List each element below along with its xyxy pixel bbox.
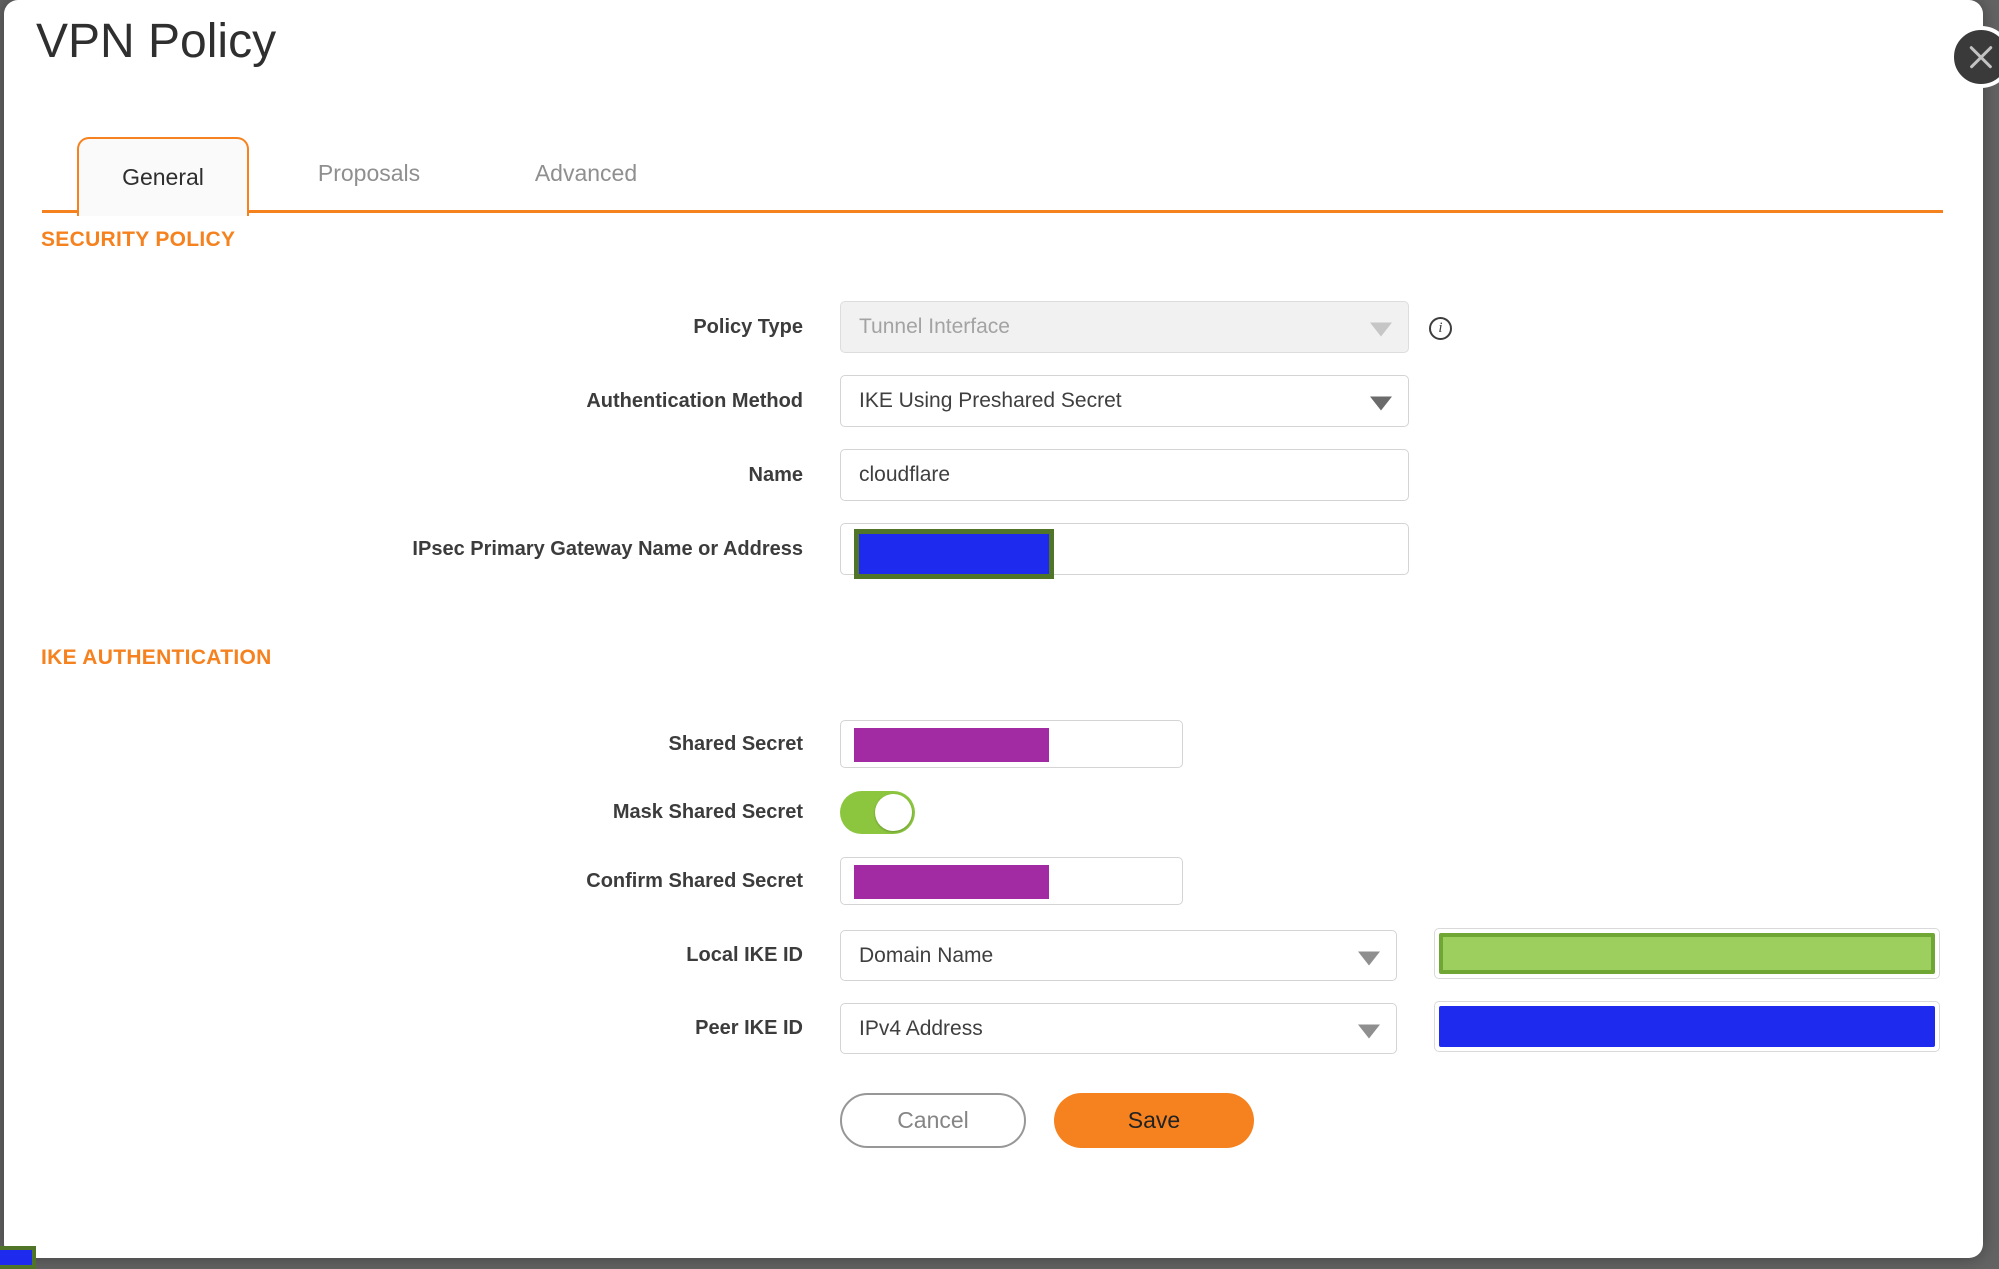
chevron-down-icon (1358, 1024, 1380, 1039)
corner-redacted-chip (0, 1246, 36, 1269)
local-ike-id-select[interactable]: Domain Name (840, 930, 1397, 981)
local-ike-id-redacted-value (1439, 933, 1935, 974)
tab-underline (42, 210, 1943, 213)
chevron-down-icon (1370, 396, 1392, 411)
vpn-policy-dialog: VPN Policy General Proposals Advanced SE… (4, 0, 1983, 1258)
local-ike-id-value: Domain Name (859, 943, 994, 967)
security-policy-heading: SECURITY POLICY (41, 228, 236, 251)
save-button-label: Save (1127, 1107, 1181, 1133)
policy-type-value: Tunnel Interface (859, 315, 1010, 338)
confirm-shared-secret-input[interactable] (840, 857, 1183, 905)
name-label: Name (748, 464, 803, 486)
tab-advanced[interactable]: Advanced (501, 137, 671, 210)
shared-secret-label: Shared Secret (668, 733, 803, 755)
ike-authentication-heading: IKE AUTHENTICATION (41, 646, 272, 669)
toggle-knob (875, 794, 912, 831)
tab-proposals-label: Proposals (317, 160, 421, 186)
close-icon (1968, 44, 1994, 70)
local-ike-id-value-input[interactable] (1434, 928, 1940, 979)
authentication-method-label: Authentication Method (586, 390, 803, 412)
page-background: { "dialog": { "title": "VPN Policy" }, "… (0, 0, 1999, 1269)
peer-ike-id-label: Peer IKE ID (695, 1017, 803, 1039)
mask-shared-secret-toggle[interactable] (840, 791, 915, 834)
shared-secret-redacted-value (854, 728, 1049, 762)
save-button[interactable]: Save (1054, 1093, 1254, 1148)
tab-general[interactable]: General (77, 137, 249, 216)
local-ike-id-label: Local IKE ID (686, 944, 803, 966)
chevron-down-icon (1370, 322, 1392, 337)
confirm-shared-secret-label: Confirm Shared Secret (586, 870, 803, 892)
tab-general-label: General (122, 164, 204, 190)
policy-type-select: Tunnel Interface (840, 301, 1409, 353)
cancel-button[interactable]: Cancel (840, 1093, 1026, 1148)
mask-shared-secret-label: Mask Shared Secret (612, 801, 803, 823)
policy-type-label: Policy Type (693, 316, 803, 338)
page-title: VPN Policy (36, 15, 277, 68)
peer-ike-id-select[interactable]: IPv4 Address (840, 1003, 1397, 1054)
shared-secret-input[interactable] (840, 720, 1183, 768)
authentication-method-value: IKE Using Preshared Secret (859, 389, 1122, 412)
gateway-redacted-value (854, 529, 1054, 579)
peer-ike-id-value: IPv4 Address (859, 1016, 983, 1040)
gateway-input[interactable] (840, 523, 1409, 579)
tab-advanced-label: Advanced (534, 160, 638, 186)
cancel-button-label: Cancel (897, 1107, 969, 1133)
gateway-label: IPsec Primary Gateway Name or Address (412, 538, 803, 560)
peer-ike-id-redacted-value (1439, 1006, 1935, 1047)
name-value: cloudflare (859, 463, 951, 486)
info-icon[interactable]: i (1429, 317, 1452, 340)
name-input[interactable]: cloudflare (840, 449, 1409, 501)
chevron-down-icon (1358, 951, 1380, 966)
confirm-shared-secret-redacted-value (854, 865, 1049, 899)
peer-ike-id-value-input[interactable] (1434, 1001, 1940, 1052)
authentication-method-select[interactable]: IKE Using Preshared Secret (840, 375, 1409, 427)
tab-proposals[interactable]: Proposals (284, 137, 454, 210)
